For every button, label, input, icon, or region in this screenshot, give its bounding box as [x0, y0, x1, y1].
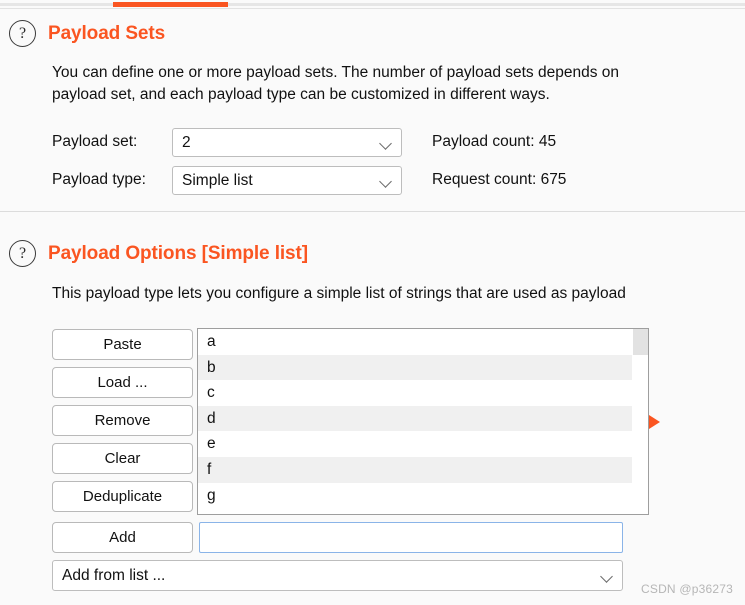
- deduplicate-button-label: Deduplicate: [82, 488, 163, 505]
- add-payload-input[interactable]: [199, 522, 623, 553]
- payload-list-scroll-thumb[interactable]: [633, 329, 648, 355]
- chevron-down-icon: [379, 136, 393, 150]
- load-button-label: Load ...: [97, 374, 148, 391]
- payload-set-label: Payload set:: [52, 133, 138, 150]
- tab-strip-rail: [0, 3, 745, 6]
- list-item[interactable]: c: [198, 380, 632, 406]
- payload-sets-header: ? Payload Sets: [9, 20, 165, 47]
- list-item[interactable]: b: [198, 354, 632, 381]
- add-button[interactable]: Add: [52, 522, 193, 553]
- add-from-list-select[interactable]: Add from list ...: [52, 560, 623, 591]
- add-button-label: Add: [109, 529, 136, 546]
- chevron-down-icon: [600, 569, 614, 583]
- page-title: Payload Sets: [48, 22, 166, 44]
- payload-list[interactable]: a b c d e f g: [197, 328, 649, 515]
- list-item[interactable]: d: [198, 405, 632, 432]
- clear-button-label: Clear: [104, 450, 141, 467]
- payload-type-label: Payload type:: [52, 171, 146, 188]
- list-item[interactable]: a: [198, 329, 632, 355]
- watermark: CSDN @p36273: [641, 582, 733, 596]
- list-item[interactable]: f: [198, 456, 632, 483]
- clear-button[interactable]: Clear: [52, 443, 193, 474]
- payload-type-value: Simple list: [182, 171, 253, 189]
- help-icon[interactable]: ?: [9, 20, 36, 47]
- active-tab-indicator[interactable]: [113, 2, 228, 7]
- payload-options-title: Payload Options [Simple list]: [48, 242, 308, 264]
- list-item[interactable]: e: [198, 431, 632, 457]
- chevron-down-icon: [379, 174, 393, 188]
- section-divider: [0, 211, 745, 212]
- tab-strip: [0, 0, 745, 9]
- deduplicate-button[interactable]: Deduplicate: [52, 481, 193, 512]
- help-icon[interactable]: ?: [9, 240, 36, 267]
- remove-button[interactable]: Remove: [52, 405, 193, 436]
- paste-button-label: Paste: [103, 336, 142, 353]
- payload-options-description: This payload type lets you configure a s…: [52, 285, 626, 302]
- remove-button-label: Remove: [94, 412, 151, 429]
- payload-options-header: ? Payload Options [Simple list]: [9, 240, 308, 267]
- payload-sets-description-line1: You can define one or more payload sets.…: [52, 64, 619, 81]
- payload-set-value: 2: [182, 133, 191, 151]
- payload-sets-description-line2: payload set, and each payload type can b…: [52, 86, 550, 103]
- request-count: Request count: 675: [432, 171, 567, 188]
- payload-list-rows: a b c d e f g: [198, 329, 632, 514]
- load-button[interactable]: Load ...: [52, 367, 193, 398]
- payload-count: Payload count: 45: [432, 133, 557, 150]
- payload-type-select[interactable]: Simple list: [172, 166, 402, 195]
- add-from-list-value: Add from list ...: [62, 566, 166, 584]
- payload-list-scrollbar[interactable]: [633, 329, 648, 514]
- pointer-arrow-icon: [649, 415, 660, 429]
- payload-set-select[interactable]: 2: [172, 128, 402, 157]
- list-item[interactable]: g: [198, 483, 632, 509]
- paste-button[interactable]: Paste: [52, 329, 193, 360]
